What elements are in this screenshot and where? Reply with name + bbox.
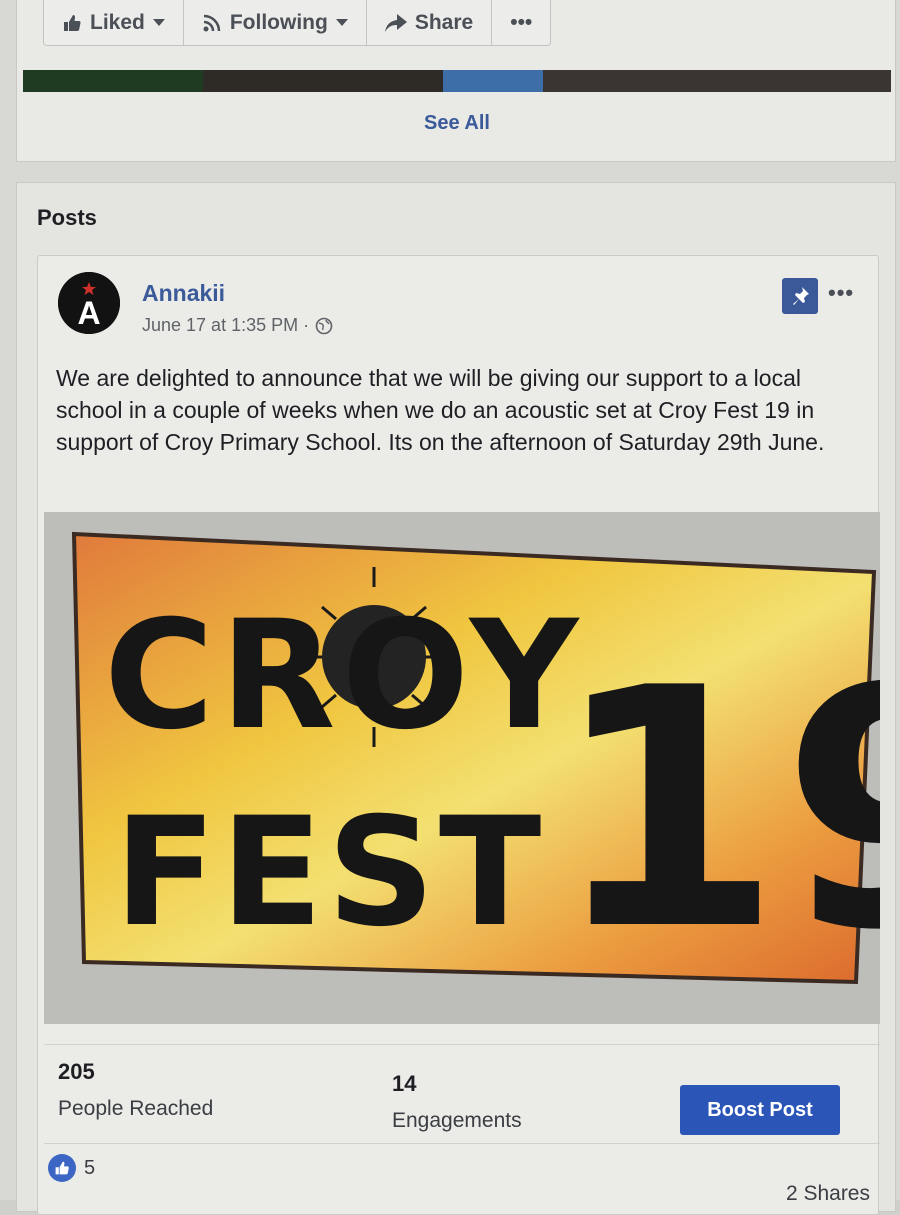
screen: Liked Following Share ••• See All Posts … [0,0,900,1215]
page-header-card: Liked Following Share ••• See All [16,0,896,162]
see-all-link[interactable]: See All [17,112,897,135]
post-text: We are delighted to announce that we wil… [56,365,825,455]
liked-label: Liked [90,11,145,34]
thumbs-up-icon [64,15,81,31]
post-author[interactable]: Annakii [142,280,225,307]
post-card: A Annakii June 17 at 1:35 PM · ••• We ar… [37,255,880,1215]
reactions-count: 5 [84,1156,96,1179]
photo-thumb[interactable] [23,70,203,92]
like-reaction-icon [48,1154,76,1182]
posts-section: Posts A Annakii June 17 at 1:35 PM · •••… [16,182,896,1215]
pinned-post-button[interactable] [782,278,818,314]
share-label: Share [414,11,474,34]
pin-icon [793,287,809,305]
more-options-button[interactable]: ••• [492,0,550,46]
croy-fest-drawing: CROY FEST 19 [44,512,880,1024]
share-arrow-icon [384,14,407,32]
share-button[interactable]: Share [367,0,493,46]
globe-icon [315,317,333,334]
more-label: ••• [510,11,533,34]
photo-thumb[interactable] [203,70,443,92]
posts-heading: Posts [37,205,97,230]
people-reached-count: 205 [58,1059,95,1084]
following-button[interactable]: Following [184,0,367,46]
engagements-label: Engagements [392,1109,522,1132]
following-label: Following [229,11,328,34]
post-insights: 205 People Reached 14 Engagements Boost … [44,1044,880,1144]
engagements-count: 14 [392,1071,417,1096]
reactions-summary[interactable]: 5 [48,1154,95,1182]
page-action-bar: Liked Following Share ••• [43,0,552,46]
post-image[interactable]: CROY FEST 19 [44,512,880,1024]
post-timestamp[interactable]: June 17 at 1:35 PM · [142,315,309,336]
boost-post-button[interactable]: Boost Post [680,1085,840,1135]
post-meta: June 17 at 1:35 PM · [142,315,333,336]
photo-thumb[interactable] [443,70,543,92]
post-options-button[interactable]: ••• [828,280,854,306]
chevron-down-icon [335,19,348,26]
drawing-line1: CROY [104,589,584,763]
rss-feed-icon [203,14,221,32]
band-logo-icon: A [58,272,120,334]
people-reached-label: People Reached [58,1097,214,1120]
photo-thumb[interactable] [543,70,891,92]
drawing-line2: FEST [114,786,545,960]
avatar-letter: A [77,295,100,331]
avatar[interactable]: A [58,272,120,334]
chevron-down-icon [152,19,165,26]
shares-count[interactable]: 2 Shares [786,1182,870,1206]
drawing-number: 19 [552,618,880,1002]
liked-button[interactable]: Liked [44,0,184,46]
photo-strip[interactable] [23,70,891,92]
